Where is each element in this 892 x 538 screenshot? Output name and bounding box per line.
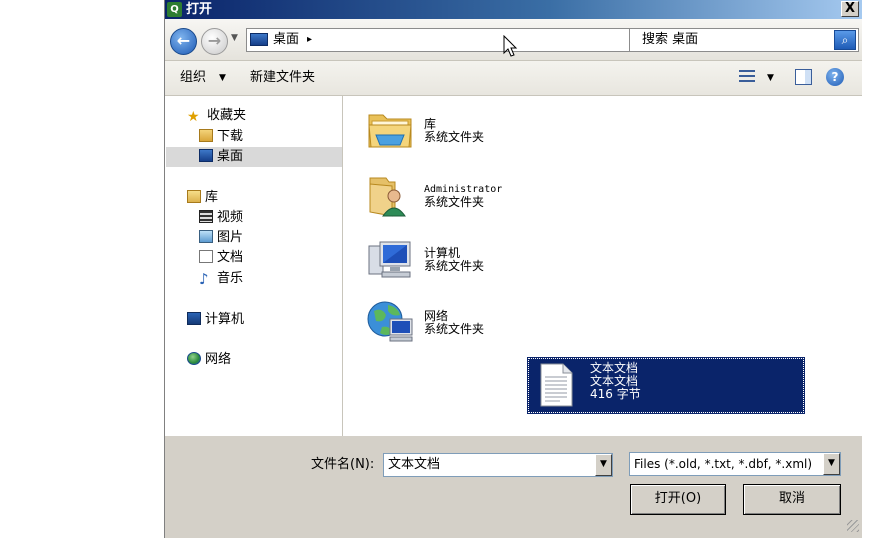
video-icon [199,210,213,223]
view-dropdown-icon[interactable]: ▼ [767,72,774,84]
recent-locations-dropdown[interactable]: ▼ [231,33,238,43]
mouse-cursor-icon [503,35,518,57]
filename-value[interactable]: 文本文档 [388,456,440,474]
user-folder-icon [369,177,406,217]
organize-dropdown-icon[interactable]: ▼ [219,71,226,85]
file-item-library[interactable]: 库 系统文件夹 [361,101,639,157]
sidebar-item-downloads[interactable]: 下载 [199,127,243,147]
preview-pane-icon[interactable] [795,69,812,85]
library-icon [187,190,201,203]
sidebar-item-videos[interactable]: 视频 [199,208,243,228]
forward-button[interactable]: → [201,28,228,55]
filetype-select[interactable]: Files (*.old, *.txt, *.dbf, *.xml) [629,452,841,476]
file-type: 系统文件夹 [424,322,485,336]
app-logo-icon: Q [167,2,182,17]
network-icon [187,352,201,365]
search-input[interactable]: 搜索 桌面 [642,31,698,49]
text-document-icon [540,363,573,407]
network-icon [367,301,413,342]
file-list: 库 系统文件夹 Administrator 系统文件夹 计算机 系统文件夹 网络… [343,96,862,436]
file-item-text-document[interactable]: 文本文档 文本文档 416 字节 [527,357,805,414]
resize-grip-icon[interactable] [847,520,859,532]
sidebar-item-network[interactable]: 网络 [187,350,231,370]
document-icon [199,250,213,263]
desktop-icon [250,33,268,46]
search-box[interactable]: 搜索 桌面 ⌕ [629,28,859,52]
bottom-panel: 文件名(N): 文本文档 ▼ Files (*.old, *.txt, *.db… [165,436,862,538]
music-note-icon: ♪ [199,270,209,288]
back-button[interactable]: ← [170,28,197,55]
sidebar-item-pictures[interactable]: 图片 [199,228,243,248]
sidebar-item-computer[interactable]: 计算机 [187,310,244,330]
file-item-network[interactable]: 网络 系统文件夹 [361,293,639,349]
star-icon: ★ [187,109,200,125]
downloads-folder-icon [199,129,213,142]
filename-label: 文件名(N): [311,457,375,472]
search-icon[interactable]: ⌕ [834,30,856,50]
computer-icon [187,312,201,325]
new-folder-button[interactable]: 新建文件夹 [250,70,315,86]
help-icon[interactable]: ? [826,68,844,86]
title-bar[interactable]: Q 打开 X [165,0,862,19]
file-item-computer[interactable]: 计算机 系统文件夹 [361,230,639,286]
file-type: 系统文件夹 [424,259,485,273]
file-size: 416 字节 [590,387,641,401]
cancel-button[interactable]: 取消 [743,484,841,515]
file-item-administrator[interactable]: Administrator 系统文件夹 [361,166,639,222]
sidebar-item-libraries[interactable]: 库 [187,188,218,208]
open-dialog: Q 打开 X ← → ▼ 桌面 ▸ ▼ ↻ 搜索 桌面 ⌕ 组织 ▼ 新建文件夹… [164,0,862,538]
file-type: 系统文件夹 [424,130,485,144]
open-button[interactable]: 打开(O) [630,484,726,515]
filetype-value[interactable]: Files (*.old, *.txt, *.dbf, *.xml) [634,455,812,473]
desktop-icon [199,149,213,162]
computer-icon [368,241,411,278]
filename-input[interactable]: 文本文档 [383,453,613,477]
sidebar-item-music[interactable]: ♪ 音乐 [199,269,243,289]
sidebar-item-favorites[interactable]: ★ 收藏夹 [187,106,246,126]
filetype-dropdown-icon[interactable]: ▼ [823,453,840,475]
filename-dropdown-icon[interactable]: ▼ [595,454,612,476]
navigation-pane: ★ 收藏夹 下载 桌面 库 视频 图片 文档 ♪ 音乐 计算机 网络 [165,96,343,436]
close-button[interactable]: X [841,1,859,17]
pictures-icon [199,230,213,243]
toolbar: 组织 ▼ 新建文件夹 ▼ ? [165,61,862,96]
dialog-title: 打开 [186,2,213,17]
change-view-icon[interactable] [739,70,755,84]
breadcrumb-arrow-icon[interactable]: ▸ [307,32,312,48]
library-folder-icon [368,114,412,148]
address-text[interactable]: 桌面 [273,31,299,49]
sidebar-item-desktop[interactable]: 桌面 [166,147,342,167]
file-type: 系统文件夹 [424,195,485,209]
sidebar-item-documents[interactable]: 文档 [199,248,243,268]
organize-button[interactable]: 组织 [180,70,206,86]
